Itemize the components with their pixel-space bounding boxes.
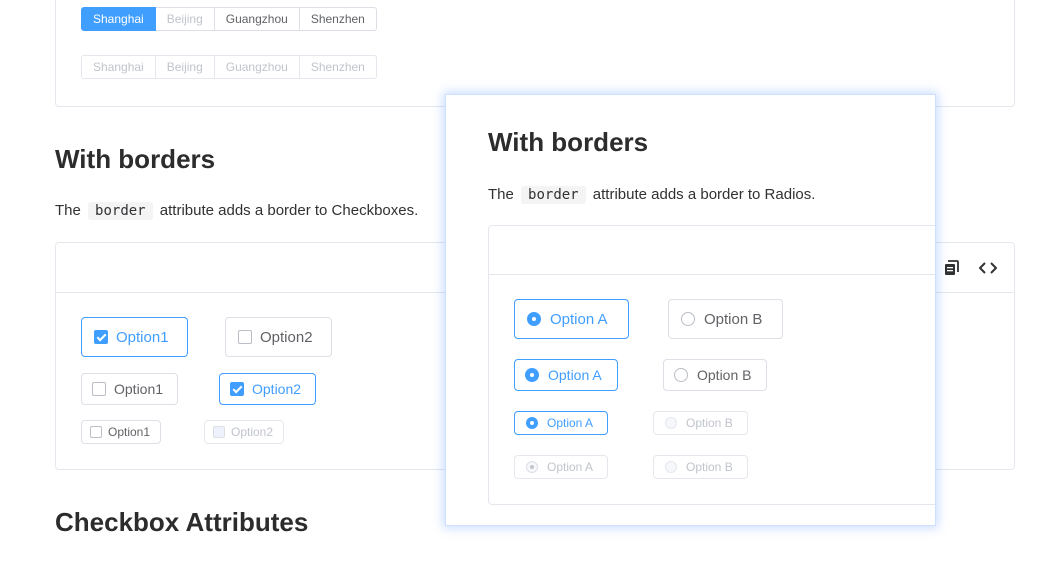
checkbox-option1-medium[interactable]: Option1 <box>81 373 179 405</box>
copy-icon[interactable] <box>941 257 963 279</box>
radio-label: Option A <box>548 367 602 383</box>
checkbox-box <box>92 382 106 396</box>
checkbox-option2-large[interactable]: Option2 <box>225 317 332 357</box>
radio-dot <box>665 417 677 429</box>
radio-label: Option A <box>550 310 608 328</box>
radio-label: Option B <box>686 416 733 430</box>
radio-option-a-small-disabled: Option A <box>514 455 609 479</box>
radio-dot <box>674 368 688 382</box>
city-button-shanghai[interactable]: Shanghai <box>81 7 156 31</box>
radio-label: Option B <box>697 367 752 383</box>
radio-label: Option A <box>547 416 594 430</box>
desc-pre: The <box>55 202 81 219</box>
popover-title: With borders <box>488 127 649 157</box>
radio-dot <box>525 368 539 382</box>
inline-code-border: border <box>521 186 586 204</box>
checkbox-option1-small[interactable]: Option1 <box>81 420 162 444</box>
checkbox-label: Option1 <box>116 328 169 346</box>
checkbox-label: Option2 <box>260 328 313 346</box>
radio-border-demo: Option A Option B Option A Option B Opti… <box>488 225 935 505</box>
city-button-group-disabled: Shanghai Beijing Guangzhou Shenzhen <box>81 55 377 79</box>
desc-post: attribute adds a border to Checkboxes. <box>159 202 419 219</box>
checkbox-option2-small-disabled: Option2 <box>204 420 285 444</box>
city-button-shenzhen-disabled: Shenzhen <box>299 55 377 79</box>
radio-dot <box>681 312 695 326</box>
city-button-beijing-disabled: Beijing <box>155 55 215 79</box>
code-icon[interactable] <box>977 257 999 279</box>
radio-label: Option A <box>547 460 594 474</box>
radio-dot <box>665 461 677 473</box>
city-button-beijing: Beijing <box>155 7 215 31</box>
desc-post: attribute adds a border to Radios. <box>592 186 816 203</box>
radio-option-b-small-disabled-2: Option B <box>653 455 748 479</box>
radio-borders-popover: With borders The border attribute adds a… <box>445 94 936 526</box>
section-description: The border attribute adds a border to Ch… <box>55 202 418 220</box>
city-button-guangzhou[interactable]: Guangzhou <box>214 7 300 31</box>
popover-description: The border attribute adds a border to Ra… <box>488 186 815 204</box>
checkbox-box <box>90 426 102 438</box>
section-title-with-borders: With borders <box>55 144 216 174</box>
desc-pre: The <box>488 186 514 203</box>
checkbox-box <box>94 330 108 344</box>
inline-code-border: border <box>88 202 153 220</box>
radio-option-b-small-disabled: Option B <box>653 411 748 435</box>
demo-toolbar <box>489 226 935 275</box>
radio-option-b-large[interactable]: Option B <box>668 299 784 339</box>
radio-label: Option B <box>686 460 733 474</box>
checkbox-label: Option1 <box>114 381 164 397</box>
checkbox-box <box>213 426 225 438</box>
city-button-shanghai-disabled: Shanghai <box>81 55 156 79</box>
city-button-group: Shanghai Beijing Guangzhou Shenzhen <box>81 7 377 31</box>
city-button-shenzhen[interactable]: Shenzhen <box>299 7 377 31</box>
checkbox-box <box>230 382 244 396</box>
checkbox-box <box>238 330 252 344</box>
checkbox-label: Option1 <box>108 425 151 439</box>
radio-option-b-medium[interactable]: Option B <box>663 359 768 391</box>
radio-option-a-small[interactable]: Option A <box>514 411 609 435</box>
checkbox-label: Option2 <box>252 381 302 397</box>
checkbox-option1-large[interactable]: Option1 <box>81 317 188 357</box>
radio-option-a-medium[interactable]: Option A <box>514 359 618 391</box>
checkbox-label: Option2 <box>231 425 274 439</box>
checkbox-option2-medium[interactable]: Option2 <box>219 373 317 405</box>
section-title-checkbox-attributes: Checkbox Attributes <box>55 507 309 537</box>
radio-dot <box>526 417 538 429</box>
radio-label: Option B <box>704 310 763 328</box>
radio-dot <box>526 461 538 473</box>
radio-dot <box>527 312 541 326</box>
city-button-guangzhou-disabled: Guangzhou <box>214 55 300 79</box>
button-group-demo: Shanghai Beijing Guangzhou Shenzhen Shan… <box>55 0 1015 107</box>
radio-option-a-large[interactable]: Option A <box>514 299 629 339</box>
